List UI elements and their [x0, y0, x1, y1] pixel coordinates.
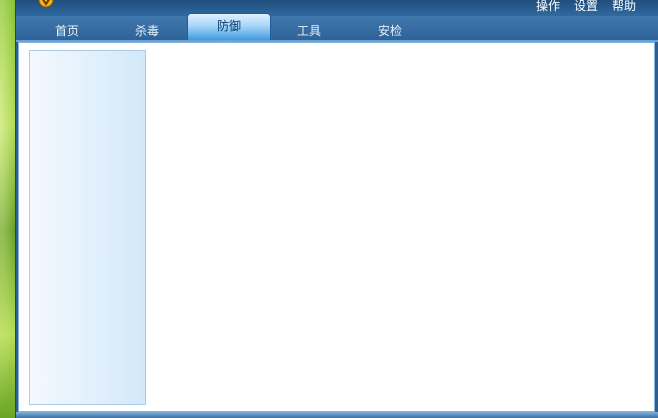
tab-antivirus[interactable]: 杀毒 — [107, 20, 187, 40]
menu-help[interactable]: 帮助 — [612, 0, 636, 14]
content-area — [18, 42, 655, 412]
top-menu: 操作 设置 帮助 — [536, 0, 636, 14]
main-tab-bar: 首页 杀毒 防御 工具 安检 — [16, 13, 658, 42]
tab-defense[interactable]: 防御 — [187, 13, 271, 40]
shield-logo-icon — [38, 0, 54, 8]
menu-operate[interactable]: 操作 — [536, 0, 560, 14]
bottom-status-bar — [16, 412, 658, 418]
left-side-panel — [29, 50, 146, 405]
title-bar: 操作 设置 帮助 — [16, 0, 658, 16]
tab-tools[interactable]: 工具 — [269, 20, 349, 40]
menu-settings[interactable]: 设置 — [574, 0, 598, 14]
tab-security-check[interactable]: 安检 — [350, 20, 430, 40]
app-window: 操作 设置 帮助 首页 杀毒 防御 工具 安检 — [15, 0, 658, 418]
tab-home[interactable]: 首页 — [27, 20, 107, 40]
